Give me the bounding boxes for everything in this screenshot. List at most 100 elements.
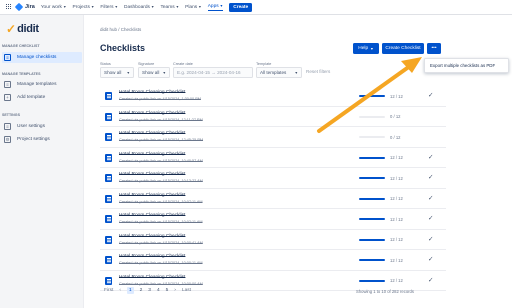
chevron-down-icon: ▼	[114, 5, 119, 9]
create-date-input[interactable]: E.g. 2024-04-15 → 2024-04-16	[173, 67, 253, 78]
jira-logo-icon	[14, 2, 24, 12]
sidebar-item-add-template[interactable]: + Add template	[2, 92, 82, 103]
sidebar-item-project-settings[interactable]: ⚙ Project settings	[2, 134, 82, 145]
chevron-down-icon: ▼	[175, 5, 180, 9]
chevron-down-icon: ▼	[294, 70, 298, 75]
checklist-created-info: Created via public link on 4/15/2024, 12…	[119, 138, 204, 142]
checklist-name[interactable]: Hotel Room Cleaning Checklist	[119, 131, 185, 136]
status-filter-label: Status	[100, 62, 111, 66]
nav-item-teams[interactable]: Teams ▼	[160, 4, 179, 11]
progress-count: 12 / 12	[390, 155, 403, 160]
reset-filters-link[interactable]: Reset filters	[306, 69, 330, 74]
gear-icon: ⚙	[4, 136, 11, 143]
progress-bar-fill	[359, 156, 385, 159]
checkmark-icon: ✓	[428, 92, 434, 99]
progress-bar	[359, 115, 385, 118]
jira-logo[interactable]: Jira	[14, 2, 35, 12]
pagination-page[interactable]: 1	[126, 287, 134, 294]
sidebar-item-manage-checklists[interactable]: ≡ Manage checklists	[2, 52, 82, 63]
progress-bar	[359, 238, 385, 241]
checklist-name[interactable]: Hotel Room Cleaning Checklist	[119, 213, 185, 218]
nav-item-apps[interactable]: Apps ▼	[207, 3, 224, 11]
checklist-name[interactable]: Hotel Room Cleaning Checklist	[119, 193, 185, 198]
checkmark-icon: ✓	[428, 276, 434, 284]
checkmark-icon: ✓	[428, 215, 434, 222]
progress-bar	[359, 156, 385, 159]
status-filter-select[interactable]: Show all ▼	[100, 67, 134, 78]
sidebar-item-user-settings[interactable]: ≡ User settings	[2, 121, 82, 132]
chevron-down-icon: ▼	[219, 4, 224, 8]
create-checklist-button[interactable]: Create Checklist	[382, 43, 424, 54]
nav-item-dashboards[interactable]: Dashboards ▼	[124, 4, 154, 11]
table-row[interactable]: Hotel Room Cleaning Checklist Created via…	[100, 230, 446, 250]
table-row[interactable]: Hotel Room Cleaning Checklist Created via…	[100, 209, 446, 230]
sidebar-item-manage-templates[interactable]: ≡ Manage templates	[2, 79, 82, 90]
sidebar-section-settings: SETTINGS	[2, 113, 20, 117]
nav-item-label: Filters	[100, 4, 114, 10]
nav-item-label: Apps	[207, 3, 219, 9]
help-button[interactable]: Help ▼	[353, 43, 379, 54]
pagination-prev-icon[interactable]: ‹	[119, 288, 121, 293]
nav-item-filters[interactable]: Filters ▼	[100, 4, 118, 11]
checklist-document-icon	[105, 153, 112, 162]
table-row[interactable]: Hotel Room Cleaning Checklist Created via…	[100, 168, 446, 189]
checklist-list: Hotel Room Cleaning Checklist Created via…	[100, 86, 446, 291]
chevron-down-icon: ▼	[150, 5, 155, 9]
checklist-created-info: Created via public link on 4/15/2024, 12…	[119, 117, 203, 122]
checklist-name[interactable]: Hotel Room Cleaning Checklist	[119, 90, 185, 95]
table-row[interactable]: Hotel Room Cleaning Checklist Created via…	[100, 107, 446, 127]
document-icon: ≡	[4, 81, 11, 88]
export-pdf-menu-item[interactable]: Export multiple checklists as PDF	[430, 63, 495, 68]
pagination-last[interactable]: Last	[182, 288, 191, 293]
checklist-created-info: Created via public link on 4/15/2024, 10…	[119, 158, 203, 163]
checklist-name[interactable]: Hotel Room Cleaning Checklist	[119, 152, 185, 157]
table-row[interactable]: Hotel Room Cleaning Checklist Created via…	[100, 86, 446, 107]
pagination-page[interactable]: 2	[140, 288, 143, 293]
checklist-name[interactable]: Hotel Room Cleaning Checklist	[119, 234, 185, 239]
progress-count: 12 / 12	[390, 196, 403, 201]
nav-item-your-work[interactable]: Your work ▼	[41, 4, 67, 11]
nav-item-label: Teams	[160, 4, 175, 10]
progress-count: 12 / 12	[390, 93, 403, 99]
table-row[interactable]: Hotel Room Cleaning Checklist Created via…	[100, 127, 446, 148]
checklist-name[interactable]: Hotel Room Cleaning Checklist	[119, 111, 185, 116]
more-options-button[interactable]: •••	[427, 43, 441, 54]
nav-item-plans[interactable]: Plans ▼	[185, 4, 202, 11]
pagination-page[interactable]: 3	[148, 288, 151, 293]
checklist-document-icon	[105, 133, 112, 141]
nav-item-label: Dashboards	[124, 4, 150, 10]
checklist-document-icon	[105, 215, 112, 223]
app-switcher-icon[interactable]	[6, 4, 12, 10]
checklist-name[interactable]: Hotel Room Cleaning Checklist	[119, 172, 185, 177]
table-row[interactable]: Hotel Room Cleaning Checklist Created via…	[100, 189, 446, 209]
create-button[interactable]: Create	[229, 2, 253, 12]
table-row[interactable]: Hotel Room Cleaning Checklist Created via…	[100, 148, 446, 168]
signature-filter-select[interactable]: Show all ▼	[138, 67, 170, 78]
template-filter-select[interactable]: All templates ▼	[256, 67, 302, 78]
pagination-page[interactable]: 4	[157, 288, 160, 293]
pagination-page[interactable]: 5	[166, 288, 169, 293]
checklist-created-info: Created via public link on 4/15/2024, 1:…	[119, 97, 201, 101]
table-row[interactable]: Hotel Room Cleaning Checklist Created via…	[100, 250, 446, 271]
checklist-name[interactable]: Hotel Room Cleaning Checklist	[119, 254, 185, 259]
nav-item-projects[interactable]: Projects ▼	[73, 4, 95, 11]
document-icon: ≡	[4, 54, 11, 61]
progress-bar	[359, 197, 385, 200]
checklist-created-info: Created via public link on 4/15/2024, 10…	[119, 261, 203, 265]
didit-logo: ✓ didit	[6, 23, 39, 35]
checklist-created-info: Created via public link on 4/15/2024, 10…	[119, 199, 203, 204]
pagination-next-icon[interactable]: ›	[174, 288, 176, 293]
pagination-first[interactable]: First	[104, 288, 113, 293]
plus-icon: +	[4, 94, 11, 101]
checklist-document-icon	[105, 256, 112, 264]
pagination: First ‹ 1 2 3 4 5 › Last	[104, 287, 197, 294]
progress-count: 12 / 12	[390, 278, 403, 283]
progress-count: 0 / 12	[390, 134, 401, 140]
checkmark-icon: ✓	[428, 194, 434, 202]
page-title: Checklists	[100, 43, 146, 53]
breadcrumb[interactable]: didit hub / Checklists	[100, 27, 141, 32]
checklist-document-icon	[105, 235, 112, 244]
checklist-document-icon	[105, 276, 112, 285]
checklist-name[interactable]: Hotel Room Cleaning Checklist	[119, 275, 185, 280]
progress-count: 0 / 12	[390, 114, 401, 119]
